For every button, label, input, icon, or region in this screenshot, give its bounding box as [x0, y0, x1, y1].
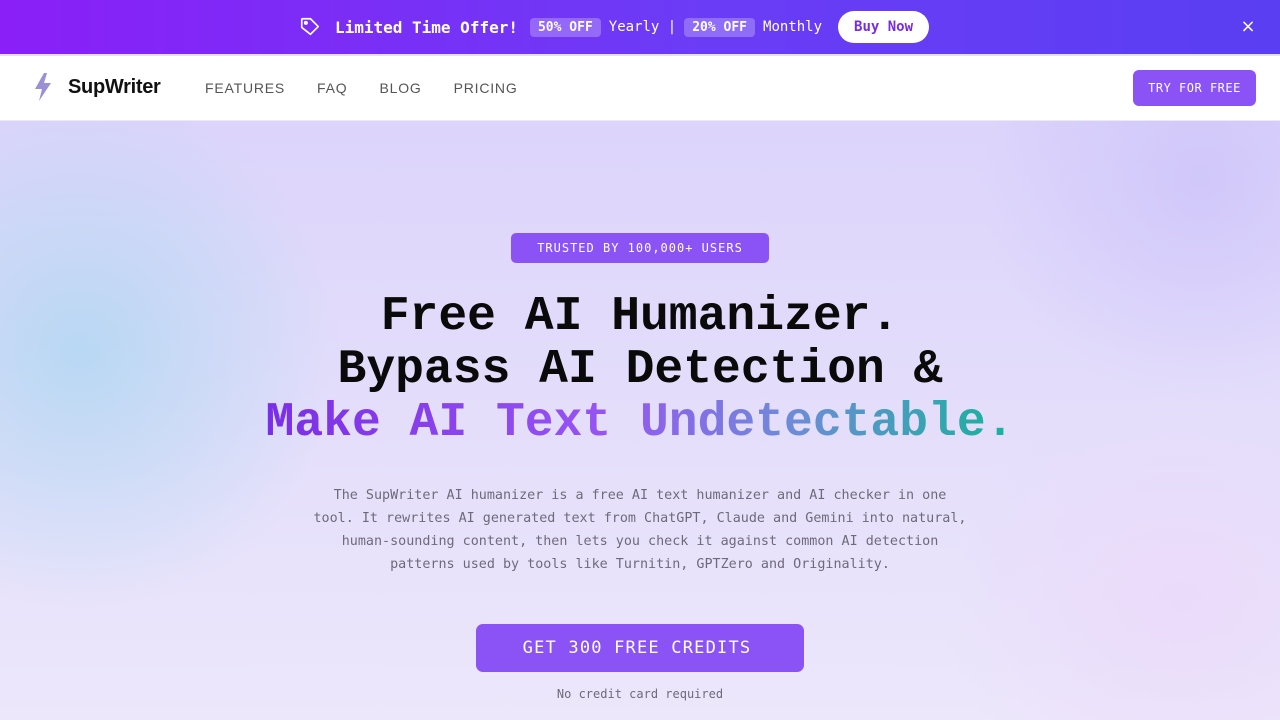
- promo-banner: Limited Time Offer! 50% OFF Yearly | 20%…: [0, 0, 1280, 54]
- nav-link-pricing[interactable]: PRICING: [454, 80, 518, 96]
- yearly-label: Yearly |: [608, 19, 677, 35]
- headline-line-3: Make AI Text Undetectable.: [265, 396, 1015, 450]
- trusted-badge: TRUSTED BY 100,000+ USERS: [511, 233, 769, 263]
- hero-section: TRUSTED BY 100,000+ USERS Free AI Humani…: [0, 121, 1280, 720]
- no-credit-card-note: No credit card required: [556, 687, 724, 701]
- nav-links: FEATURES FAQ BLOG PRICING: [205, 80, 518, 96]
- buy-now-button[interactable]: Buy Now: [838, 11, 930, 43]
- try-for-free-button[interactable]: TRY FOR FREE: [1133, 70, 1256, 106]
- close-icon[interactable]: ×: [1238, 17, 1258, 37]
- monthly-discount-badge: 20% OFF: [684, 17, 756, 37]
- nav-link-blog[interactable]: BLOG: [379, 80, 421, 96]
- promo-content: Limited Time Offer! 50% OFF Yearly | 20%…: [299, 11, 930, 43]
- bolt-icon: [32, 73, 54, 101]
- brand-name: SupWriter: [68, 75, 161, 98]
- headline-line-1: Free AI Humanizer.: [380, 290, 900, 344]
- logo[interactable]: SupWriter: [32, 73, 161, 101]
- yearly-discount-badge: 50% OFF: [529, 17, 601, 37]
- top-navigation: SupWriter FEATURES FAQ BLOG PRICING TRY …: [0, 54, 1280, 121]
- hero-headline: Free AI Humanizer. Bypass AI Detection &…: [0, 291, 1280, 450]
- headline-line-2: Bypass AI Detection &: [337, 343, 943, 397]
- get-free-credits-button[interactable]: GET 300 FREE CREDITS: [476, 624, 804, 672]
- promo-title: Limited Time Offer!: [334, 17, 518, 37]
- hero-description: The SupWriter AI humanizer is a free AI …: [313, 488, 967, 572]
- monthly-label: Monthly: [763, 19, 823, 35]
- nav-link-faq[interactable]: FAQ: [317, 80, 347, 96]
- nav-link-features[interactable]: FEATURES: [205, 80, 285, 96]
- tag-icon: [299, 16, 321, 38]
